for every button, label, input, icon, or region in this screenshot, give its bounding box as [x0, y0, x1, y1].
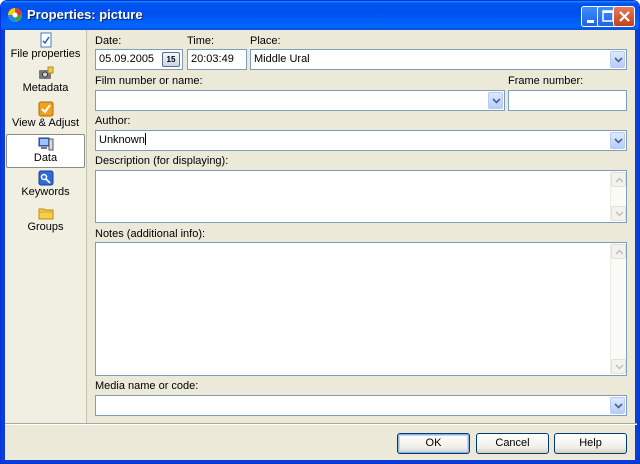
place-label: Place:: [250, 35, 281, 47]
sidebar-item-view-adjust[interactable]: View & Adjust: [6, 100, 85, 134]
sidebar: File properties Metadata View & Adjust D…: [5, 30, 87, 423]
date-value: 05.09.2005: [99, 53, 155, 65]
scroll-up-button[interactable]: [611, 172, 626, 187]
frame-label: Frame number:: [508, 75, 584, 87]
sidebar-item-label: Data: [33, 152, 58, 164]
chevron-down-icon: [492, 98, 501, 104]
window-frame-bottom: [1, 460, 639, 463]
film-dropdown-button[interactable]: [488, 92, 503, 109]
frame-field[interactable]: [508, 90, 627, 111]
cancel-button[interactable]: Cancel: [476, 433, 549, 454]
app-icon: [8, 8, 22, 22]
sidebar-item-label: File properties: [10, 48, 81, 60]
title-bar[interactable]: Properties: picture: [1, 1, 639, 30]
keywords-icon: [38, 170, 53, 186]
date-field[interactable]: 05.09.2005 15: [95, 49, 183, 70]
chevron-up-icon: [615, 249, 624, 255]
notes-textarea[interactable]: [95, 242, 627, 376]
chevron-up-icon: [615, 177, 624, 183]
author-value: Unknown: [99, 134, 145, 146]
description-scrollbar[interactable]: [610, 172, 626, 221]
chevron-down-icon: [615, 211, 624, 217]
time-value: 20:03:49: [191, 53, 234, 65]
media-combobox[interactable]: [95, 395, 627, 416]
chevron-down-icon: [614, 403, 623, 409]
notes-label: Notes (additional info):: [95, 228, 206, 240]
properties-window: Properties: picture File properties Meta…: [0, 0, 640, 464]
close-button[interactable]: [613, 6, 635, 27]
sidebar-item-label: View & Adjust: [11, 117, 80, 129]
sidebar-item-metadata[interactable]: Metadata: [6, 65, 85, 99]
sidebar-item-keywords[interactable]: Keywords: [6, 169, 85, 203]
window-frame-right: [635, 30, 639, 463]
close-icon: [619, 11, 630, 22]
sidebar-item-label: Metadata: [22, 82, 69, 94]
scroll-down-button[interactable]: [611, 359, 626, 374]
time-field[interactable]: 20:03:49: [187, 49, 247, 70]
view-adjust-icon: [38, 101, 53, 117]
sidebar-item-groups[interactable]: Groups: [6, 204, 85, 238]
sidebar-item-label: Keywords: [21, 186, 70, 198]
description-label: Description (for displaying):: [95, 155, 229, 167]
media-label: Media name or code:: [95, 380, 199, 392]
calendar-icon: 15: [166, 55, 176, 64]
file-properties-icon: [40, 32, 51, 48]
window-title: Properties: picture: [27, 7, 143, 22]
text-cursor: [144, 133, 146, 145]
place-combobox[interactable]: Middle Ural: [250, 49, 627, 70]
media-dropdown-button[interactable]: [610, 397, 625, 414]
bottom-separator: [5, 423, 637, 425]
place-dropdown-button[interactable]: [610, 51, 625, 68]
author-label: Author:: [95, 115, 131, 127]
sidebar-item-label: Groups: [27, 221, 64, 233]
calendar-button[interactable]: 15: [162, 52, 180, 67]
film-label: Film number or name:: [95, 75, 203, 87]
groups-folder-icon: [38, 208, 53, 220]
ok-button[interactable]: OK: [397, 433, 470, 454]
scroll-down-button[interactable]: [611, 206, 626, 221]
metadata-camera-icon: [38, 66, 53, 79]
scroll-up-button[interactable]: [611, 244, 626, 259]
chevron-down-icon: [614, 138, 623, 144]
sidebar-item-file-properties[interactable]: File properties: [6, 31, 85, 65]
film-combobox[interactable]: [95, 90, 505, 111]
author-combobox[interactable]: Unknown: [95, 130, 627, 151]
help-button[interactable]: Help: [554, 433, 627, 454]
notes-scrollbar[interactable]: [610, 244, 626, 374]
description-textarea[interactable]: [95, 170, 627, 223]
sidebar-item-data[interactable]: Data: [6, 134, 85, 168]
date-label: Date:: [95, 35, 122, 47]
time-label: Time:: [187, 35, 215, 47]
author-dropdown-button[interactable]: [610, 132, 625, 149]
chevron-down-icon: [615, 364, 624, 370]
place-value: Middle Ural: [254, 53, 310, 65]
chevron-down-icon: [614, 57, 623, 63]
data-icon: [38, 137, 53, 151]
